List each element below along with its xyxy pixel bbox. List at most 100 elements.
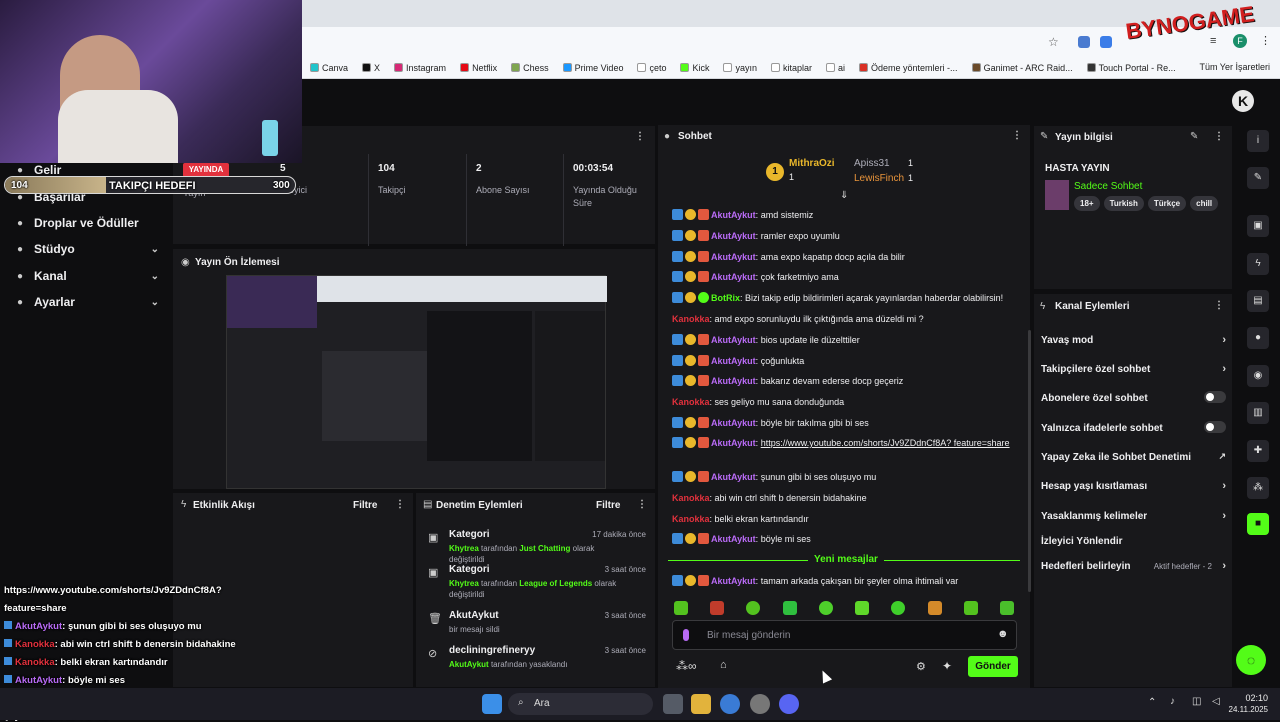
bookmark-item[interactable]: ai — [826, 63, 845, 73]
taskbar-search[interactable]: ⌕ Ara — [508, 693, 653, 715]
tag-chip[interactable]: Turkish — [1103, 196, 1144, 211]
gifter-name-1[interactable]: MithraOzi — [789, 158, 835, 169]
emote-icon[interactable] — [674, 601, 688, 615]
moderation-actor[interactable]: AkutAykut — [449, 660, 489, 669]
channel-action-item[interactable]: Yasaklanmış kelimeler › — [1041, 510, 1226, 522]
edit-icon[interactable]: ✎ — [1190, 131, 1198, 142]
chat-settings-icon[interactable]: ⚙ — [916, 660, 926, 673]
activity-filter-button[interactable]: Filtre — [353, 500, 377, 511]
network-icon[interactable]: ◫ — [1192, 696, 1201, 707]
frame-icon[interactable]: ▣ — [1247, 215, 1269, 237]
chat-message[interactable]: BotRix: Bizi takip edip bildirimleri aça… — [672, 292, 1012, 305]
channel-action-item[interactable]: Yalnızca ifadelerle sohbet — [1041, 421, 1226, 434]
emote-icon[interactable] — [999, 601, 1014, 615]
chat-input-placeholder[interactable]: Bir mesaj gönderin — [707, 630, 790, 641]
moderation-actor[interactable]: Khytrea — [449, 579, 479, 588]
emote-icon[interactable] — [855, 601, 870, 615]
channel-action-item[interactable]: Yapay Zeka ile Sohbet Denetimi ↗ — [1041, 451, 1226, 463]
activity-menu-icon[interactable]: ⋮ — [395, 499, 405, 510]
mic-icon[interactable] — [683, 629, 689, 641]
sidebar-item-2[interactable]: ● Droplar ve Ödüller — [14, 216, 159, 230]
chat-username[interactable]: Kanokka — [672, 397, 710, 407]
chat-username[interactable]: AkutAykut — [711, 272, 756, 282]
steam-icon[interactable] — [750, 694, 770, 714]
chat-message-last[interactable]: AkutAykut: tamam arkada çakışan bir şeyl… — [672, 575, 1012, 588]
mic-tray-icon[interactable]: ♪ — [1170, 696, 1175, 707]
bookmark-item[interactable]: Netflix — [460, 63, 497, 73]
sidebar-item-5[interactable]: ● Ayarlar ⌄ — [14, 295, 159, 309]
chat-username[interactable]: AkutAykut — [711, 231, 756, 241]
tag-chip[interactable]: 18+ — [1074, 196, 1100, 211]
chat-message[interactable]: Kanokka: belki ekran kartındandır — [672, 513, 1012, 526]
chat-message[interactable]: AkutAykut: https://www.youtube.com/short… — [672, 437, 1012, 450]
moderation-actor[interactable]: Khytrea — [449, 544, 479, 553]
bookmark-item[interactable]: Ödeme yöntemleri -... — [859, 63, 958, 73]
bookmark-item[interactable]: kitaplar — [771, 63, 812, 73]
stats-menu-icon[interactable]: ⋮ — [635, 131, 645, 142]
kick-icon[interactable]: ■ — [1247, 513, 1269, 535]
send-button[interactable]: Gönder — [968, 656, 1018, 677]
bookmark-item[interactable]: Canva — [310, 63, 348, 73]
chat-message[interactable]: AkutAykut: bakarız devam ederse docp geç… — [672, 375, 1012, 388]
clock-time[interactable]: 02:10 — [1226, 693, 1268, 703]
emote-icon[interactable] — [963, 601, 978, 615]
moderation-item-title[interactable]: Kategori — [449, 564, 490, 575]
channel-action-item[interactable]: Abonelere özel sohbet — [1041, 391, 1226, 404]
channel-action-item[interactable]: Takipçilere özel sohbet › — [1041, 363, 1226, 375]
category-thumbnail[interactable] — [1045, 180, 1069, 210]
bookmark-item[interactable]: Instagram — [394, 63, 446, 73]
moderation-target[interactable]: League of Legends — [519, 579, 592, 588]
moderation-item-title[interactable]: Kategori — [449, 529, 490, 540]
tool-icon[interactable]: ✚ — [1247, 440, 1269, 462]
stream-preview-video[interactable] — [226, 275, 607, 489]
channel-actions-menu-icon[interactable]: ⋮ — [1214, 300, 1224, 311]
stream-info-menu-icon[interactable]: ⋮ — [1214, 131, 1224, 142]
gifter-name-3[interactable]: LewisFinch — [854, 173, 904, 184]
channel-action-item[interactable]: Hedefleri belirleyin › Aktif hedefler - 2 — [1041, 560, 1226, 572]
broadcast-icon[interactable]: ◉ — [1247, 365, 1269, 387]
chat-username[interactable]: AkutAykut — [711, 252, 756, 262]
emote-icon[interactable] — [746, 601, 761, 615]
chat-message[interactable]: AkutAykut: çok farketmiyo ama — [672, 271, 1012, 284]
windows-start-icon[interactable] — [482, 694, 502, 714]
moderation-item-title[interactable]: AkutAykut — [449, 610, 499, 621]
chat-username[interactable]: AkutAykut — [711, 418, 756, 428]
chat-scrollbar[interactable] — [1028, 330, 1031, 592]
moderation-target[interactable]: Just Chatting — [519, 544, 570, 553]
discord-icon[interactable] — [779, 694, 799, 714]
chat-username[interactable]: AkutAykut — [711, 210, 756, 220]
chat-message[interactable]: AkutAykut: amd sistemiz — [672, 209, 1012, 222]
document-icon[interactable]: ▤ — [1247, 290, 1269, 312]
mod-shield-icon[interactable]: ✦ — [942, 659, 952, 673]
moderation-filter-button[interactable]: Filtre — [596, 500, 620, 511]
file-explorer-icon[interactable] — [691, 694, 711, 714]
store-icon[interactable]: ⌂ — [720, 659, 727, 671]
chat-username[interactable]: AkutAykut — [711, 356, 756, 366]
chat-username[interactable]: Kanokka — [672, 314, 710, 324]
bookmark-item[interactable]: Chess — [511, 63, 549, 73]
chat-message[interactable]: Kanokka: amd expo sorunluydu ilk çıktığı… — [672, 313, 1012, 326]
channel-action-item[interactable]: Hesap yaşı kısıtlaması › — [1041, 480, 1226, 492]
layers-icon[interactable]: ▥ — [1247, 402, 1269, 424]
emote-icon[interactable] — [710, 601, 725, 615]
chat-icon[interactable]: ● — [1247, 327, 1269, 349]
chat-text[interactable]: https://www.youtube.com/shorts/Jv9ZDdnCf… — [761, 438, 1010, 448]
chat-message[interactable]: Kanokka: abi win ctrl shift b denersin b… — [672, 492, 1012, 505]
task-view-icon[interactable] — [663, 694, 683, 714]
chat-username[interactable]: Kanokka — [672, 514, 710, 524]
tag-chip[interactable]: chill — [1190, 196, 1219, 211]
info-icon[interactable]: i — [1247, 130, 1269, 152]
sidebar-item-0[interactable]: ● Gelir — [14, 163, 159, 177]
bookmark-item[interactable]: çeto — [637, 63, 666, 73]
chat-message[interactable]: AkutAykut: ramler expo uyumlu — [672, 230, 1012, 243]
kick-logo-icon[interactable]: K — [1232, 90, 1254, 112]
chat-username[interactable]: AkutAykut — [711, 438, 756, 448]
tag-chip[interactable]: Türkçe — [1147, 196, 1187, 211]
bookmark-item[interactable]: Ganimet - ARC Raid... — [971, 63, 1073, 73]
chat-message[interactable]: AkutAykut: şunun gibi bi ses oluşuyo mu — [672, 471, 1012, 484]
bookmark-item[interactable]: X — [362, 63, 380, 73]
chat-username[interactable]: BotRix — [711, 293, 740, 303]
chat-message[interactable]: AkutAykut: çoğunlukta — [672, 355, 1012, 368]
chat-message[interactable]: AkutAykut: bios update ile düzelttiler — [672, 334, 1012, 347]
points-icon[interactable]: ⁂∞ — [676, 659, 697, 673]
